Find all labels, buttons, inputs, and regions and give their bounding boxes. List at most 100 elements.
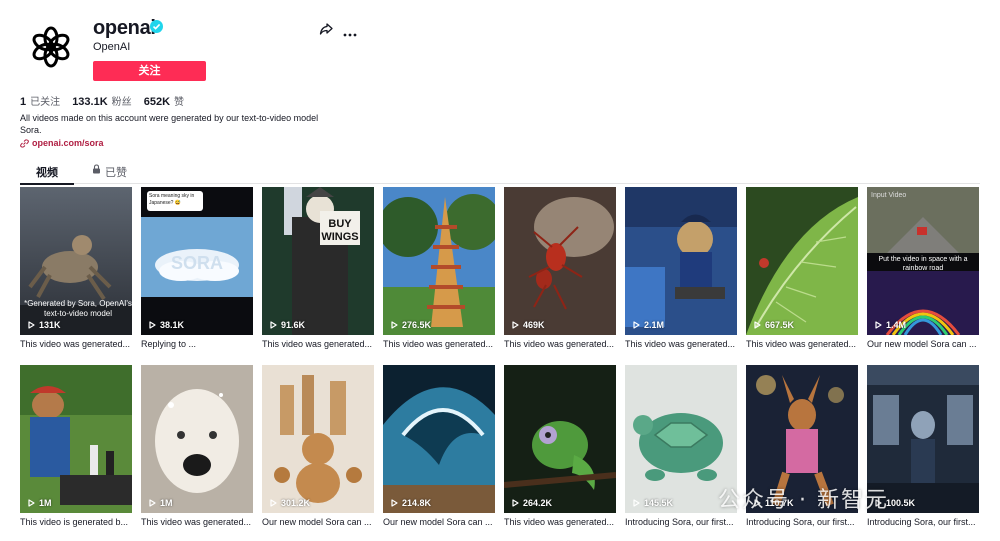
view-count-text: 301.2K	[281, 498, 311, 508]
play-icon	[28, 499, 35, 507]
tab-videos[interactable]: 视频	[20, 164, 74, 185]
video-thumbnail[interactable]: Put the video in space with a rainbow ro…	[867, 187, 979, 335]
video-caption[interactable]: This video was generated...	[141, 517, 253, 527]
view-count-text: 1M	[39, 498, 52, 508]
video-thumbnail[interactable]: 1M	[20, 365, 132, 513]
openai-logo-icon	[32, 26, 70, 68]
profile-link[interactable]: openai.com/sora	[20, 138, 104, 148]
view-count-text: 264.2K	[523, 498, 553, 508]
video-card[interactable]: 301.2K Our new model Sora can ...	[262, 365, 374, 527]
view-count: 38.1K	[149, 320, 184, 330]
view-count-text: 667.5K	[765, 320, 795, 330]
play-icon	[149, 499, 156, 507]
view-count-text: 276.5K	[402, 320, 432, 330]
play-icon	[633, 321, 640, 329]
video-card[interactable]: 276.5K This video was generated...	[383, 187, 495, 349]
view-count: 145.5K	[633, 498, 673, 508]
video-thumbnail[interactable]: 276.5K	[383, 187, 495, 335]
video-overlay-text: Sora meaning sky in Japanese? 😅	[149, 193, 195, 206]
video-card[interactable]: 469K This video was generated...	[504, 187, 616, 349]
play-icon	[149, 321, 156, 329]
video-caption[interactable]: Replying to ...	[141, 339, 253, 349]
video-card[interactable]: SORA Sora meaning sky in Japanese? 😅 38.1K…	[141, 187, 253, 349]
video-caption[interactable]: Our new model Sora can ...	[383, 517, 495, 527]
play-icon	[28, 321, 35, 329]
view-count-text: 91.6K	[281, 320, 306, 330]
video-thumbnail[interactable]: *Generated by Sora, OpenAI's text-to-vid…	[20, 187, 132, 335]
video-card[interactable]: Put the video in space with a rainbow ro…	[867, 187, 979, 349]
play-icon	[754, 321, 761, 329]
video-caption[interactable]: Our new model Sora can ...	[867, 339, 979, 349]
view-count: 1M	[28, 498, 52, 508]
likes-count: 652K 赞	[143, 96, 185, 108]
video-caption[interactable]: This video was generated...	[625, 339, 737, 349]
view-count-text: 145.5K	[644, 498, 674, 508]
video-card[interactable]: 667.5K This video was generated...	[746, 187, 858, 349]
following-count[interactable]: 1 已关注	[20, 93, 60, 108]
link-icon	[20, 138, 29, 148]
view-count-text: 469K	[523, 320, 545, 330]
view-count: 1.4M	[875, 320, 906, 330]
view-count-text: 1M	[160, 498, 173, 508]
video-thumbnail[interactable]: SORA Sora meaning sky in Japanese? 😅 38.1K	[141, 187, 253, 335]
video-card[interactable]: 1M This video is generated b...	[20, 365, 132, 527]
profile-tabs: 视频 已赞	[20, 160, 980, 185]
more-options-icon[interactable]	[343, 25, 357, 37]
play-icon	[270, 499, 277, 507]
video-caption[interactable]: This video was generated...	[746, 339, 858, 349]
video-caption[interactable]: This video is generated b...	[20, 517, 132, 527]
view-count-text: 100.5K	[886, 498, 916, 508]
video-thumbnail[interactable]: 469K	[504, 187, 616, 335]
play-icon	[512, 499, 519, 507]
video-thumbnail[interactable]: 301.2K	[262, 365, 374, 513]
video-caption[interactable]: Introducing Sora, our first...	[867, 517, 979, 527]
video-caption[interactable]: Our new model Sora can ...	[262, 517, 374, 527]
video-thumbnail[interactable]: 667.5K	[746, 187, 858, 335]
share-icon[interactable]	[319, 22, 333, 36]
avatar[interactable]	[28, 24, 74, 70]
view-count: 91.6K	[270, 320, 305, 330]
follow-button[interactable]: 关注	[93, 61, 206, 81]
video-overlay-text: *Generated by Sora, OpenAI's text-to-vid…	[24, 299, 132, 318]
video-caption[interactable]: This video was generated...	[20, 339, 132, 349]
input-video-label: Input Video	[871, 192, 907, 199]
video-caption[interactable]: Introducing Sora, our first...	[746, 517, 858, 527]
view-count: 667.5K	[754, 320, 794, 330]
video-thumbnail[interactable]: 2.1M	[625, 187, 737, 335]
video-card[interactable]: BUYWINGSBUY WINGS91.6KThis video was gen…	[262, 187, 374, 349]
view-count-text: 1.4M	[886, 320, 907, 330]
watermark: 公众号 · 新智元	[718, 488, 889, 513]
video-thumbnail[interactable]: 214.8K	[383, 365, 495, 513]
video-card[interactable]: 264.2K This video was generated...	[504, 365, 616, 527]
followers-count[interactable]: 133.1K 粉丝	[72, 93, 131, 108]
svg-text:BUY: BUY	[328, 218, 352, 230]
video-caption[interactable]: This video was generated...	[504, 517, 616, 527]
view-count: 264.2K	[512, 498, 552, 508]
profile-username: openai	[93, 17, 156, 39]
lock-icon	[93, 164, 100, 174]
play-icon	[270, 321, 277, 329]
video-caption[interactable]: Introducing Sora, our first...	[625, 517, 737, 527]
video-card[interactable]: 214.8K Our new model Sora can ...	[383, 365, 495, 527]
view-count-text: 2.1M	[644, 320, 665, 330]
view-count: 301.2K	[270, 498, 310, 508]
view-count: 469K	[512, 320, 545, 330]
video-caption[interactable]: This video was generated...	[383, 339, 495, 349]
svg-text:SORA: SORA	[171, 253, 223, 273]
video-card[interactable]: *Generated by Sora, OpenAI's text-to-vid…	[20, 187, 132, 349]
video-caption[interactable]: This video was generated...	[504, 339, 616, 349]
video-caption[interactable]: This video was generated...	[262, 339, 374, 349]
video-overlay-text: Put the video in space with a rainbow ro…	[878, 256, 968, 272]
video-card[interactable]: 2.1M This video was generated...	[625, 187, 737, 349]
view-count: 1M	[149, 498, 173, 508]
view-count: 131K	[28, 320, 61, 330]
video-thumbnail[interactable]: BUYWINGSBUY WINGS91.6K	[262, 187, 374, 335]
view-count-text: 131K	[39, 320, 61, 330]
video-thumbnail[interactable]: 264.2K	[504, 365, 616, 513]
video-card[interactable]: 1M This video was generated...	[141, 365, 253, 527]
svg-text:WINGS: WINGS	[321, 231, 358, 243]
play-icon	[391, 321, 398, 329]
tab-liked[interactable]: 已赞	[92, 164, 152, 184]
verified-badge-icon	[150, 20, 163, 33]
video-thumbnail[interactable]: 1M	[141, 365, 253, 513]
